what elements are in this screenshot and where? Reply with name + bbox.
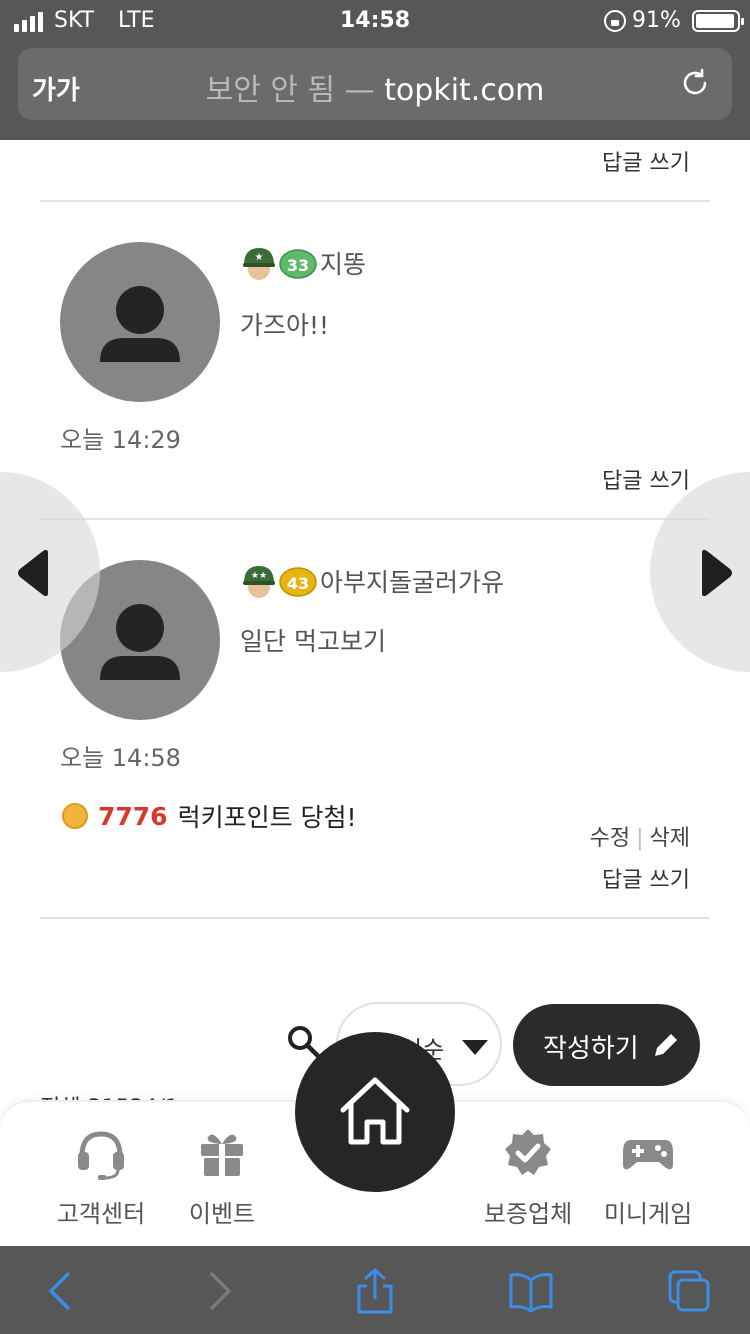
comment-divider — [40, 518, 710, 520]
gamepad-icon — [623, 1140, 673, 1170]
browser-toolbar — [0, 1246, 750, 1334]
nav-label: 보증업체 — [483, 1200, 573, 1228]
level-number: 43 — [287, 574, 309, 593]
comment-text: 가즈아!! — [240, 311, 330, 340]
nickname[interactable]: 아부지돌굴러가유 — [320, 563, 504, 599]
gift-icon — [201, 1134, 243, 1176]
security-warning: 보안 안 됨 — — [205, 73, 375, 108]
search-icon[interactable] — [286, 1024, 322, 1060]
coin-icon — [62, 803, 88, 829]
soldier-helmet-icon: ★ — [243, 248, 275, 280]
reply-link[interactable]: 답글 쓰기 — [602, 862, 690, 894]
comment-time: 오늘 14:58 — [60, 744, 181, 772]
address-bar[interactable]: 가가 보안 안 됨 — topkit.com — [18, 48, 732, 120]
chevron-down-icon — [462, 1040, 488, 1055]
nav-mini-game[interactable]: 미니게임 — [583, 1126, 713, 1229]
level-number: 33 — [287, 256, 309, 275]
reply-link[interactable]: 답글 쓰기 — [602, 463, 690, 495]
nav-customer-center[interactable]: 고객센터 — [36, 1126, 166, 1229]
write-post-button[interactable]: 작성하기 — [513, 1004, 700, 1086]
pencil-icon — [655, 1031, 680, 1056]
home-button[interactable] — [295, 1032, 455, 1192]
back-icon[interactable] — [38, 1268, 84, 1314]
comment-text: 일단 먹고보기 — [240, 627, 386, 656]
write-label: 작성하기 — [543, 1034, 639, 1064]
svg-text:★: ★ — [255, 252, 264, 263]
avatar — [60, 242, 220, 402]
level-badge-icon: 33 — [279, 249, 317, 279]
nav-verified-partners[interactable]: 보증업체 — [463, 1126, 593, 1229]
edit-delete-actions: 수정 | 삭제 — [589, 826, 690, 851]
tabs-icon[interactable] — [666, 1268, 712, 1314]
lucky-point-notice: 7776 럭키포인트 당첨! — [62, 798, 357, 834]
caret-left-icon — [18, 549, 48, 597]
lucky-text: 럭키포인트 당첨! — [177, 803, 357, 832]
url-domain: topkit.com — [384, 73, 545, 108]
browser-top-bar: SKT LTE 14:58 91% 가가 보안 안 됨 — topkit.com — [0, 0, 750, 140]
orientation-lock-icon — [604, 10, 626, 32]
svg-text:★★: ★★ — [251, 571, 267, 581]
user-badges: ★★ 43 아부지돌굴러가유 — [240, 562, 504, 600]
reply-link[interactable]: 답글 쓰기 — [602, 145, 690, 177]
nav-label: 미니게임 — [603, 1200, 693, 1228]
forward-icon[interactable] — [196, 1268, 242, 1314]
nav-event[interactable]: 이벤트 — [157, 1126, 287, 1229]
edit-link[interactable]: 수정 — [590, 826, 630, 851]
lucky-points: 7776 — [98, 801, 168, 831]
nickname[interactable]: 지똥 — [320, 245, 366, 281]
user-silhouette-icon — [100, 286, 180, 362]
caret-right-icon — [702, 549, 732, 597]
nav-label: 고객센터 — [56, 1200, 146, 1228]
home-icon — [340, 1077, 410, 1145]
level-badge-icon: 43 — [279, 567, 317, 597]
verified-badge-icon — [505, 1129, 551, 1175]
comment-divider — [40, 200, 710, 202]
url-display[interactable]: 보안 안 됨 — topkit.com — [18, 65, 732, 109]
battery-percent: 91% — [632, 8, 681, 33]
nav-label: 이벤트 — [188, 1200, 256, 1228]
status-bar: SKT LTE 14:58 91% — [0, 6, 750, 36]
next-arrow-button[interactable] — [650, 472, 750, 672]
soldier-helmet-icon: ★★ — [243, 566, 275, 598]
battery-icon — [692, 10, 744, 32]
user-badges: ★ 33 지똥 — [240, 244, 366, 282]
bookmarks-icon[interactable] — [508, 1268, 554, 1314]
reload-icon[interactable] — [680, 68, 710, 98]
headset-icon — [78, 1131, 124, 1180]
share-icon[interactable] — [352, 1268, 398, 1314]
comment-time: 오늘 14:29 — [60, 426, 181, 454]
comment-divider — [40, 917, 710, 919]
delete-link[interactable]: 삭제 — [650, 826, 690, 851]
